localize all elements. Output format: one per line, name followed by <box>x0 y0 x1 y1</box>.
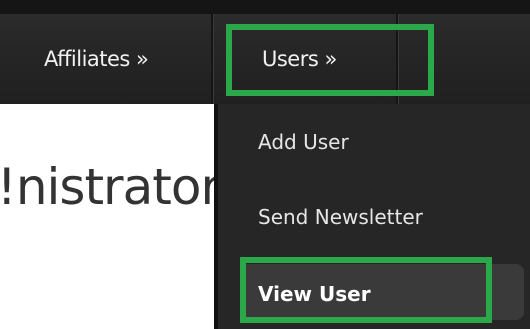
view-user-highlight-box <box>240 257 492 323</box>
menu-item-add-user[interactable]: Add User <box>258 130 349 154</box>
nav-item-affiliates[interactable]: Affiliates » <box>0 14 212 104</box>
welcome-heading-text: nistrator! <box>0 158 220 216</box>
users-highlight-box <box>226 24 434 96</box>
welcome-heading: nistrator! <box>0 158 220 216</box>
menu-item-send-newsletter[interactable]: Send Newsletter <box>258 205 423 229</box>
page: Affiliates » Users » nistrator! Add User… <box>0 0 530 329</box>
nav-item-affiliates-label: Affiliates » <box>44 47 149 71</box>
nav-top-strip <box>0 0 530 14</box>
nav-divider <box>211 14 214 104</box>
